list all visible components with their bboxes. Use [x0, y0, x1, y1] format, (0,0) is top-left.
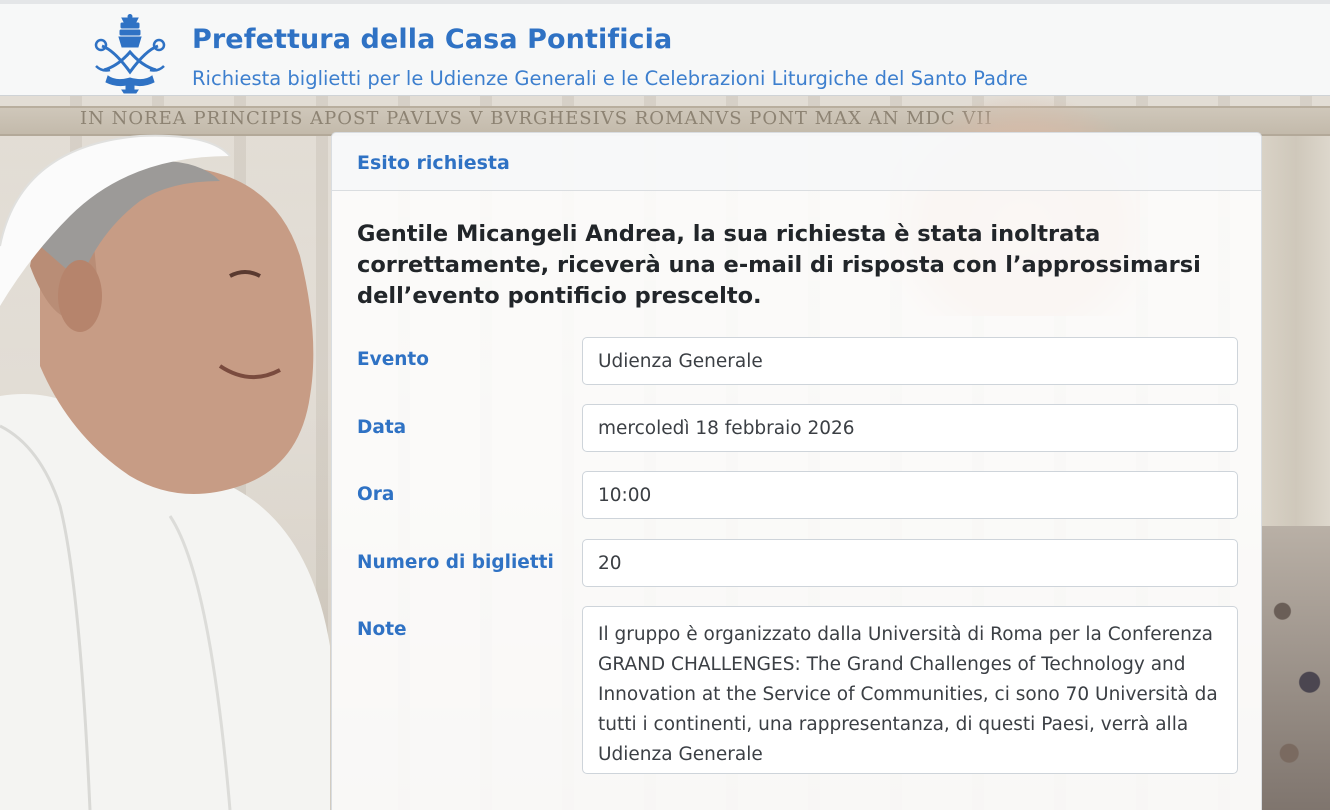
result-card: Esito richiesta Gentile Micangeli Andrea… — [331, 132, 1262, 810]
field-ora[interactable]: 10:00 — [582, 471, 1238, 519]
label-data: Data — [357, 417, 407, 438]
label-ora: Ora — [357, 484, 395, 505]
label-note: Note — [357, 619, 407, 640]
crowd — [1262, 526, 1330, 810]
papal-coat-of-arms-icon — [94, 14, 166, 94]
pope-figure — [0, 134, 330, 810]
confirmation-message: Gentile Micangeli Andrea, la sua richies… — [357, 221, 1201, 309]
card-title: Esito richiesta — [357, 152, 510, 174]
facade-column — [1262, 136, 1330, 556]
label-evento: Evento — [357, 349, 429, 370]
label-numero-biglietti: Numero di biglietti — [357, 552, 554, 573]
field-numero-biglietti[interactable]: 20 — [582, 539, 1238, 587]
field-note[interactable]: Il gruppo è organizzato dalla Università… — [582, 606, 1238, 774]
field-data[interactable]: mercoledì 18 febbraio 2026 — [582, 404, 1238, 452]
site-title: Prefettura della Casa Pontificia — [192, 24, 673, 55]
site-subtitle: Richiesta biglietti per le Udienze Gener… — [192, 67, 1028, 90]
site-header: Prefettura della Casa Pontificia Richies… — [0, 0, 1330, 96]
field-evento[interactable]: Udienza Generale — [582, 337, 1238, 385]
